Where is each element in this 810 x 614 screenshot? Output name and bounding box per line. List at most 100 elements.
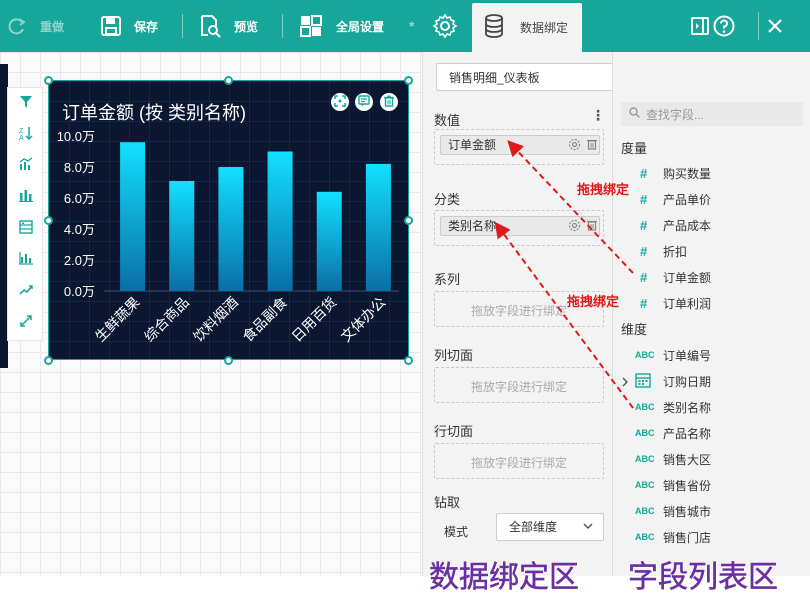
field-item[interactable]: 订购日期 — [635, 372, 711, 390]
y-tick-label: 2.0万 — [64, 253, 95, 268]
resize-handle-tr[interactable] — [404, 76, 413, 85]
gear-icon[interactable] — [567, 219, 581, 233]
redo-icon — [6, 15, 28, 37]
database-icon — [484, 14, 504, 41]
col-slice-placeholder: 拖放字段进行绑定 — [470, 380, 567, 394]
chevron-right-icon[interactable] — [621, 376, 629, 390]
more-options-icon[interactable]: ⋮ — [591, 107, 605, 124]
redo-button[interactable]: 重做 — [6, 0, 64, 52]
field-item[interactable]: # 订单金额 — [635, 268, 711, 286]
x-tick-label: 饮料烟酒 — [190, 294, 241, 345]
values-bound-field[interactable]: 订单金额 — [440, 135, 600, 155]
number-icon: # — [640, 269, 648, 285]
help-button[interactable] — [713, 0, 735, 52]
field-item[interactable]: # 产品成本 — [635, 216, 711, 234]
x-tick-label: 生鲜蔬果 — [92, 294, 143, 345]
trash-icon[interactable] — [585, 138, 599, 152]
settings-button[interactable] — [432, 0, 458, 52]
global-settings-button[interactable]: 全局设置 — [300, 0, 384, 52]
toggle-panel-button[interactable] — [690, 0, 710, 52]
table-icon[interactable] — [18, 219, 34, 235]
dataset-select-value: 销售明细_仪表板 — [449, 70, 540, 85]
resize-handle-br[interactable] — [404, 356, 413, 365]
bar[interactable] — [218, 167, 244, 291]
field-item[interactable]: # 订单利润 — [635, 294, 711, 312]
category-field-label: 类别名称 — [448, 219, 497, 233]
x-tick-label: 文体办公 — [338, 294, 389, 345]
global-settings-label: 全局设置 — [336, 19, 385, 34]
filter-icon[interactable] — [18, 94, 34, 110]
bar[interactable] — [120, 142, 146, 291]
toolbar-divider — [282, 14, 283, 38]
preview-button[interactable]: 预览 — [198, 0, 258, 52]
sort-icon[interactable]: ZA — [18, 125, 34, 141]
text-type-icon: ABC — [635, 350, 655, 360]
resize-handle-bottom[interactable] — [224, 356, 233, 365]
close-button[interactable] — [767, 0, 783, 52]
field-item[interactable]: # 购买数量 — [635, 164, 711, 182]
field-item[interactable]: ABC 销售大区 — [635, 450, 711, 468]
resize-handle-right[interactable] — [404, 216, 413, 225]
drill-mode-value: 全部维度 — [509, 520, 558, 534]
field-item[interactable]: ABC 产品名称 — [635, 424, 711, 442]
save-button[interactable]: 保存 — [100, 0, 158, 52]
data-binding-label: 数据绑定 — [520, 21, 569, 35]
field-item[interactable]: ABC 销售门店 — [635, 528, 711, 546]
field-item[interactable]: ABC 类别名称 — [635, 398, 711, 416]
resize-handle-left[interactable] — [44, 216, 53, 225]
resize-handle-tl[interactable] — [44, 76, 53, 85]
bar-chart-icon[interactable] — [18, 187, 34, 203]
field-item[interactable]: ABC 订单编号 — [635, 346, 711, 364]
field-item[interactable]: # 产品单价 — [635, 190, 711, 208]
row-slice-drop-zone[interactable]: 拖放字段进行绑定 — [434, 443, 604, 479]
x-tick-label: 食品副食 — [239, 294, 290, 345]
save-label: 保存 — [134, 19, 159, 34]
values-drop-zone[interactable]: 订单金额 — [434, 129, 604, 165]
gear-icon[interactable] — [567, 138, 581, 152]
data-binding-tab[interactable]: 数据绑定 — [472, 3, 582, 52]
text-type-icon: ABC — [635, 532, 655, 542]
drill-mode-select[interactable]: 全部维度 — [496, 513, 604, 541]
field-item[interactable]: ABC 销售城市 — [635, 502, 711, 520]
preview-icon — [198, 14, 222, 38]
bar[interactable] — [169, 180, 195, 291]
design-canvas[interactable]: ZA 订单金额 (按 类别名称) 0.0万 2.0万 4.0万 6.0万 8.0… — [0, 52, 422, 576]
save-icon — [100, 15, 122, 37]
text-type-icon: ABC — [635, 402, 655, 412]
preview-label: 预览 — [234, 19, 259, 34]
number-icon: # — [640, 295, 648, 311]
field-search-input[interactable]: 查找字段... — [621, 102, 803, 126]
toolbar-divider — [758, 12, 759, 40]
field-item[interactable]: # 折扣 — [635, 242, 687, 260]
category-drop-zone[interactable]: 类别名称 — [434, 210, 604, 246]
col-slice-drop-zone[interactable]: 拖放字段进行绑定 — [434, 367, 604, 403]
number-icon: # — [640, 217, 648, 233]
svg-text:A: A — [19, 135, 24, 140]
y-tick-label: 4.0万 — [64, 222, 95, 237]
field-list-panel: 查找字段... 度量 # 购买数量 # 产品单价 # 产品成本 # 折扣 # 订单金额 #… — [612, 52, 810, 576]
bar[interactable] — [267, 151, 293, 292]
field-item[interactable]: ABC 销售省份 — [635, 476, 711, 494]
category-section-title: 分类 — [434, 192, 461, 207]
resize-handle-top[interactable] — [224, 76, 233, 85]
category-bound-field[interactable]: 类别名称 — [440, 216, 600, 236]
x-tick-label: 日用百货 — [288, 294, 339, 345]
stats-icon[interactable] — [18, 250, 34, 266]
y-tick-label: 0.0万 — [64, 284, 95, 299]
layout-icon — [300, 15, 322, 37]
y-tick-label: 6.0万 — [64, 191, 95, 206]
bar[interactable] — [316, 191, 342, 291]
resize-handle-bl[interactable] — [44, 356, 53, 365]
values-section-title: 数值 — [434, 113, 461, 128]
calendar-icon — [635, 372, 663, 391]
trash-icon[interactable] — [585, 219, 599, 233]
panel-toggle-icon — [690, 16, 710, 36]
bar[interactable] — [365, 163, 391, 291]
combo-chart-icon[interactable] — [18, 156, 34, 172]
x-tick-label: 综合商品 — [141, 294, 192, 345]
drag-bind-annotation: 拖拽绑定 — [577, 182, 630, 197]
bar-chart-widget[interactable]: 订单金额 (按 类别名称) 0.0万 2.0万 4.0万 6.0万 8.0万 1… — [48, 80, 409, 360]
expand-icon[interactable] — [18, 313, 34, 329]
svg-text:Z: Z — [19, 128, 24, 135]
trend-icon[interactable] — [18, 282, 34, 298]
